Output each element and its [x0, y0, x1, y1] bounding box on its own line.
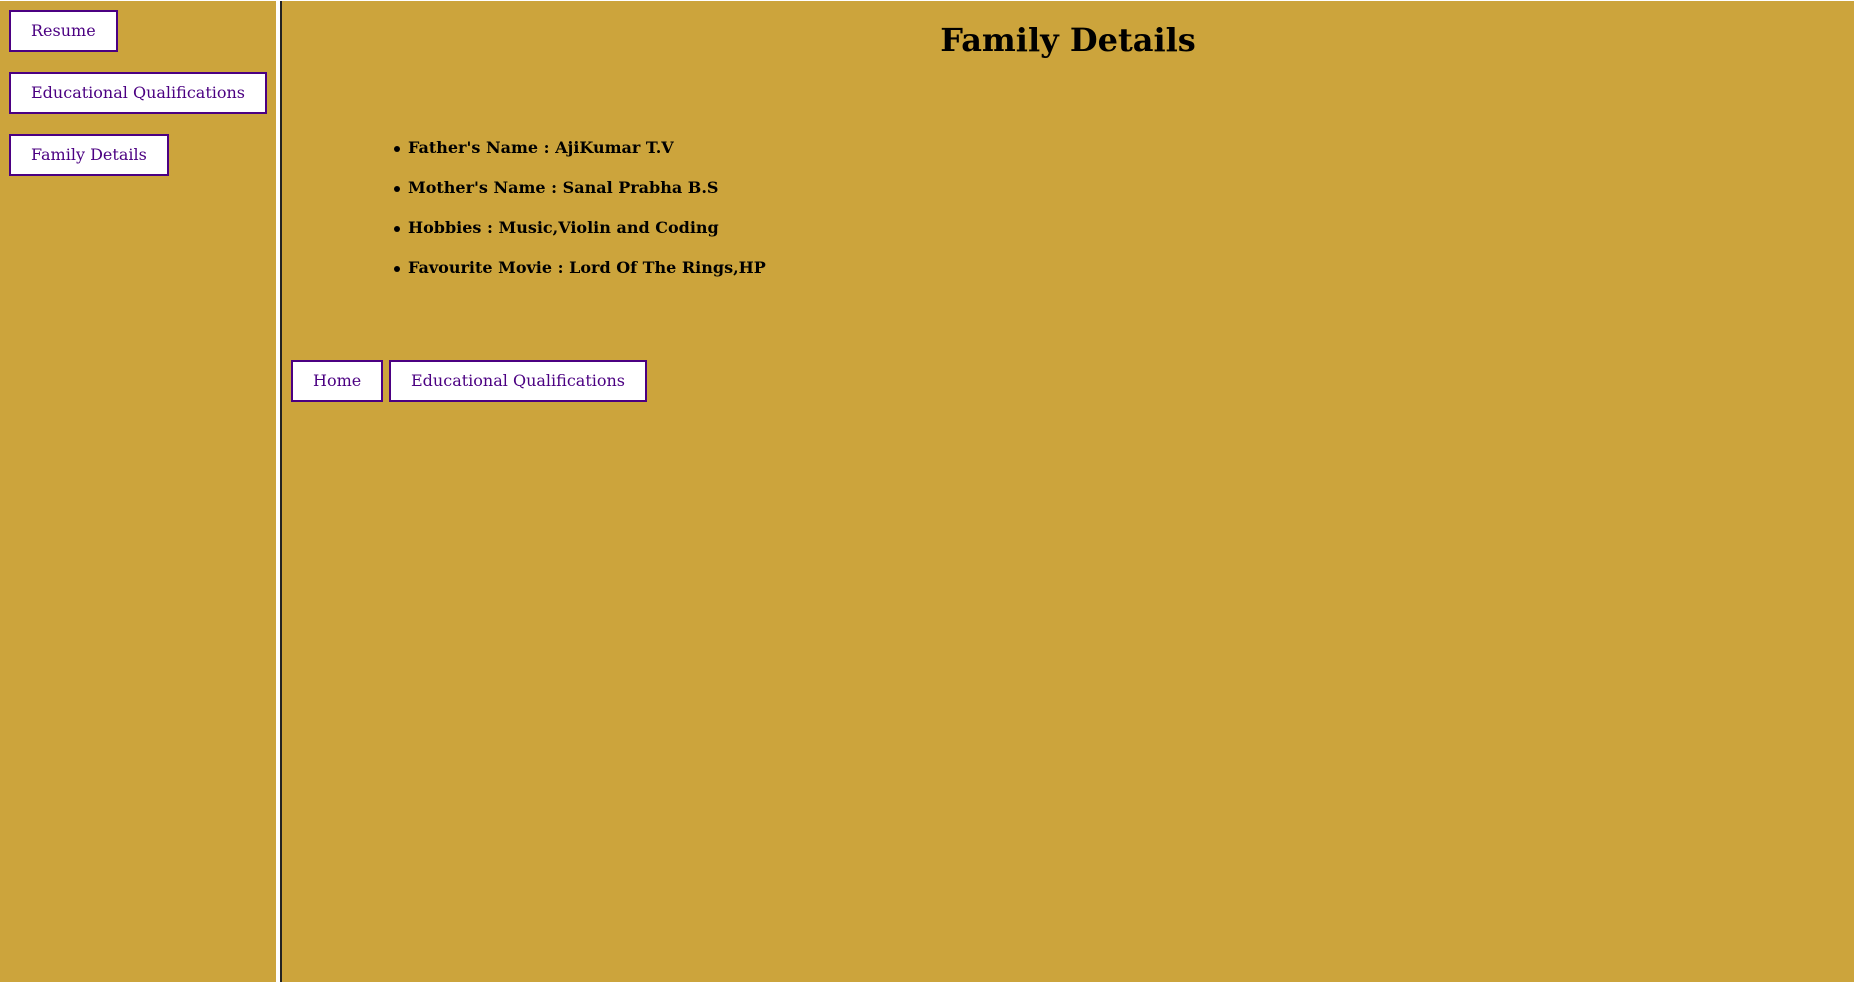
bullet-icon: [394, 186, 400, 192]
list-item: Mother's Name : Sanal Prabha B.S: [392, 177, 766, 217]
bullet-icon: [394, 226, 400, 232]
content-frame: Family Details Father's Name : AjiKumar …: [282, 1, 1854, 982]
bullet-icon: [394, 146, 400, 152]
educational-qualifications-button[interactable]: Educational Qualifications: [9, 72, 268, 114]
resume-button[interactable]: Resume: [9, 10, 118, 52]
bullet-icon: [394, 266, 400, 272]
frameset: Resume Educational Qualifications Family…: [0, 0, 1854, 982]
list-item: Hobbies : Music,Violin and Coding: [392, 217, 766, 257]
list-item: Father's Name : AjiKumar T.V: [392, 137, 766, 177]
favourite-movie-text: Favourite Movie : Lord Of The Rings,HP: [408, 258, 766, 277]
sidebar-frame: Resume Educational Qualifications Family…: [0, 1, 276, 982]
list-item: Favourite Movie : Lord Of The Rings,HP: [392, 257, 766, 297]
home-button[interactable]: Home: [291, 360, 384, 402]
father-name-text: Father's Name : AjiKumar T.V: [408, 138, 674, 157]
family-details-list: Father's Name : AjiKumar T.V Mother's Na…: [392, 137, 766, 297]
family-details-button[interactable]: Family Details: [9, 134, 169, 176]
educational-qualifications-nav-button[interactable]: Educational Qualifications: [389, 360, 648, 402]
page-title: Family Details: [940, 21, 1196, 59]
mother-name-text: Mother's Name : Sanal Prabha B.S: [408, 178, 719, 197]
hobbies-text: Hobbies : Music,Violin and Coding: [408, 218, 719, 237]
